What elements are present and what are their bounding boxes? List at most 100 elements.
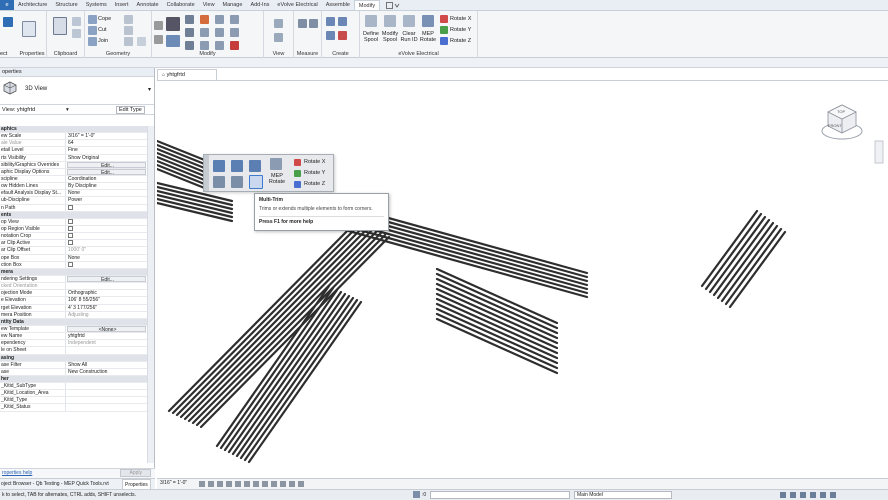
property-checkbox[interactable] (66, 204, 147, 211)
property-value[interactable]: 3/16" = 1'-0" (66, 133, 147, 139)
float-rotate-y-icon[interactable] (294, 170, 301, 177)
tab-insert[interactable]: Insert (111, 0, 133, 10)
view-tab-yhtgfrtd[interactable]: ⌂ yhtgfrtd (157, 69, 217, 80)
ribbon-options-icon[interactable] (386, 0, 400, 10)
rotate-z-label[interactable]: Rotate Z (450, 38, 471, 44)
property-checkbox[interactable] (66, 226, 147, 232)
float-mep-rotate-icon[interactable] (270, 158, 282, 170)
view-selector-dropdown-icon[interactable]: ▾ (66, 105, 69, 115)
shadows-icon[interactable] (226, 481, 232, 487)
cut-geometry-label[interactable]: Cut (98, 27, 107, 33)
edit-type-button[interactable]: Edit Type (116, 106, 145, 114)
float-rotate-x-label[interactable]: Rotate X (304, 159, 325, 165)
property-value[interactable]: None (66, 255, 147, 261)
modify-spool-icon[interactable] (384, 15, 396, 27)
rotate-z-icon[interactable] (440, 37, 448, 45)
tab-annotate[interactable]: Annotate (133, 0, 163, 10)
create-tool-2-icon[interactable] (338, 17, 347, 26)
property-group-header[interactable]: mera (0, 268, 147, 276)
view-tool-1-icon[interactable] (274, 19, 283, 28)
multi-trim-icon[interactable] (249, 175, 263, 189)
analytical-icon[interactable] (289, 481, 295, 487)
property-value[interactable]: 1000' 0" (66, 247, 147, 253)
project-browser-tab[interactable]: oject Browser - Qb Testing - MEP Quick T… (1, 479, 119, 489)
scale-icon[interactable] (215, 15, 224, 24)
offset-icon[interactable] (200, 15, 209, 24)
trim-icon[interactable] (185, 41, 194, 50)
select-pinned-icon[interactable] (800, 492, 806, 498)
rotate-icon[interactable] (185, 28, 194, 37)
float-rotate-x-icon[interactable] (294, 159, 301, 166)
create-tool-1-icon[interactable] (326, 17, 335, 26)
property-group-header[interactable]: ntity Data (0, 318, 147, 326)
property-value[interactable] (66, 397, 147, 403)
property-group-header[interactable]: her (0, 375, 147, 384)
align-icon[interactable] (185, 15, 194, 24)
tab-view[interactable]: View (199, 0, 219, 10)
float-rotate-y-label[interactable]: Rotate Y (304, 170, 325, 176)
tab-architecture[interactable]: Architecture (14, 0, 51, 10)
property-checkbox[interactable] (66, 219, 147, 225)
checkbox[interactable] (68, 233, 73, 239)
mirror-icon[interactable] (200, 28, 209, 37)
property-edit-button[interactable]: Edit... (67, 275, 146, 283)
properties-scrollbar[interactable] (147, 126, 154, 463)
property-value[interactable]: Power (66, 197, 147, 203)
reveal-hidden-icon[interactable] (280, 481, 286, 487)
delete-icon[interactable] (230, 41, 239, 50)
sun-path-icon[interactable] (217, 481, 223, 487)
select-underlay-icon[interactable] (790, 492, 796, 498)
float-rotate-z-label[interactable]: Rotate Z (304, 181, 325, 187)
clear-run-id-label[interactable]: Clear Run ID (399, 31, 419, 43)
property-value[interactable]: None (66, 190, 147, 196)
property-value[interactable] (66, 347, 147, 353)
view-scale[interactable]: 3/16" = 1'-0" (160, 480, 187, 486)
float-tool-2-icon[interactable] (231, 160, 243, 172)
property-checkbox[interactable] (66, 240, 147, 246)
float-tool-3-icon[interactable] (249, 160, 261, 172)
rotate-y-icon[interactable] (440, 26, 448, 34)
paint-icon[interactable] (137, 37, 146, 46)
paste-icon[interactable] (53, 17, 67, 35)
floating-toolbar-grip[interactable] (204, 155, 209, 191)
3d-view-canvas[interactable]: TOP FRONT (157, 80, 888, 478)
split-icon[interactable] (200, 41, 209, 50)
float-rotate-z-icon[interactable] (294, 181, 301, 188)
geometry-tool-1-icon[interactable] (124, 15, 133, 24)
tab-systems[interactable]: Systems (82, 0, 111, 10)
mep-rotate-label[interactable]: MEP Rotate (418, 31, 438, 43)
property-value[interactable]: 4' 3 177/256" (66, 305, 147, 311)
rotate-x-icon[interactable] (440, 15, 448, 23)
workset-dropdown[interactable] (430, 491, 570, 499)
join-label[interactable]: Join (98, 38, 108, 44)
apply-button[interactable]: Apply (120, 469, 151, 477)
tab-manage[interactable]: Manage (219, 0, 247, 10)
file-tab[interactable]: e (0, 0, 14, 10)
checkbox[interactable] (68, 204, 73, 210)
tab-structure[interactable]: Structure (51, 0, 81, 10)
float-tool-4-icon[interactable] (213, 176, 225, 188)
modify-tool-4-icon[interactable] (230, 15, 239, 24)
measure-icon[interactable] (298, 19, 307, 28)
design-option-dropdown[interactable]: Main Model (574, 491, 672, 499)
property-value[interactable]: Show Original (66, 155, 147, 161)
visual-style-icon[interactable] (208, 481, 214, 487)
tab-assemble[interactable]: Assemble (322, 0, 354, 10)
constraints-icon[interactable] (298, 481, 304, 487)
show-crop-icon[interactable] (253, 481, 259, 487)
create-tool-3-icon[interactable] (326, 31, 335, 40)
modify-spool-label[interactable]: Modify Spool (380, 31, 400, 43)
property-value[interactable] (66, 283, 147, 289)
select-links-icon[interactable] (780, 492, 786, 498)
property-group-header[interactable]: ents (0, 211, 147, 219)
property-value[interactable] (66, 390, 147, 396)
array-icon[interactable] (215, 28, 224, 37)
checkbox[interactable] (68, 219, 73, 224)
property-value[interactable]: Orthographic (66, 290, 147, 296)
float-tool-5-icon[interactable] (231, 176, 243, 188)
float-mep-rotate-label[interactable]: MEP Rotate (266, 173, 288, 185)
lock-view-icon[interactable] (262, 481, 268, 487)
dimension-icon[interactable] (309, 19, 318, 28)
checkbox[interactable] (68, 261, 73, 267)
property-edit-button[interactable]: <None> (67, 325, 146, 333)
